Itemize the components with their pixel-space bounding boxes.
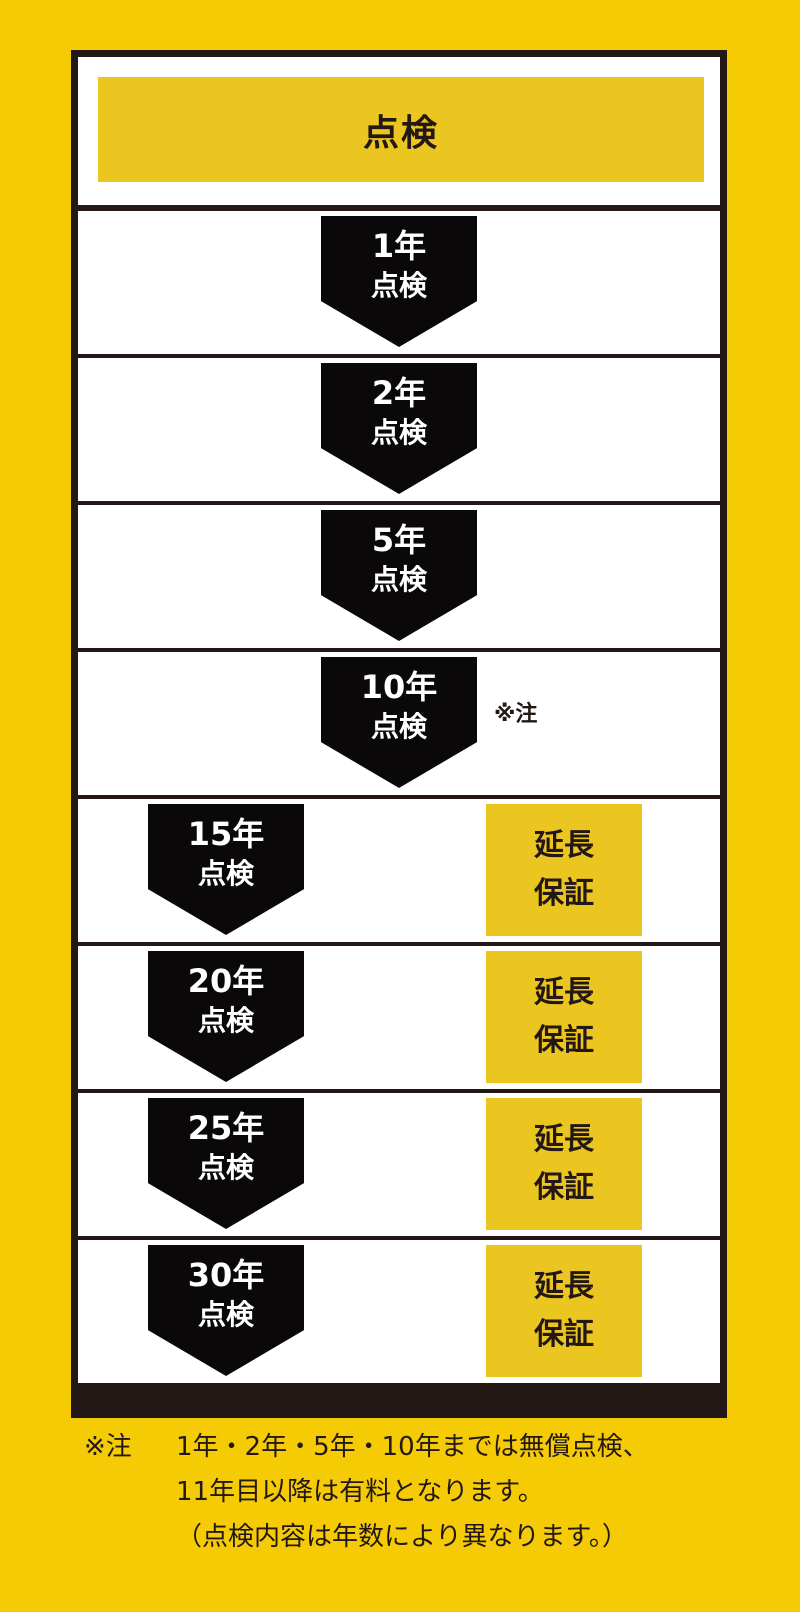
footnote-line-1: 1年・2年・5年・10年までは無償点検、 bbox=[176, 1432, 649, 1462]
inspection-badge: 1年 点検 bbox=[321, 216, 477, 347]
ext-line-2: 保証 bbox=[534, 876, 594, 911]
row-20-year: 20年 点検 延長 保証 bbox=[78, 946, 720, 1089]
header-title: 点検 bbox=[98, 77, 704, 182]
inspection-badge: 10年 点検 bbox=[321, 657, 477, 788]
badge-label: 点検 bbox=[197, 857, 254, 890]
badge-year: 5年 bbox=[371, 521, 427, 559]
note-mark: ※注 bbox=[494, 702, 538, 727]
badge-label: 点検 bbox=[197, 1004, 254, 1037]
ext-line-1: 延長 bbox=[534, 1122, 594, 1157]
row-10-year: 10年 点検 ※注 bbox=[78, 652, 720, 795]
row-15-year: 15年 点検 延長 保証 bbox=[78, 799, 720, 942]
badge-label: 点検 bbox=[197, 1298, 254, 1331]
ext-line-2: 保証 bbox=[534, 1023, 594, 1058]
badge-year: 20年 bbox=[187, 962, 265, 1000]
footnote-mark: ※注 bbox=[84, 1432, 132, 1462]
ext-line-1: 延長 bbox=[534, 828, 594, 863]
badge-label: 点検 bbox=[197, 1151, 254, 1184]
inspection-badge: 5年 点検 bbox=[321, 510, 477, 641]
footnote-line-2: 11年目以降は有料となります。 bbox=[176, 1477, 544, 1507]
inspection-badge: 15年 点検 bbox=[148, 804, 304, 935]
badge-label: 点検 bbox=[370, 269, 427, 302]
badge-year: 25年 bbox=[187, 1109, 265, 1147]
row-5-year: 5年 点検 bbox=[78, 505, 720, 648]
badge-year: 10年 bbox=[360, 668, 438, 706]
row-2-year: 2年 点検 bbox=[78, 358, 720, 501]
ext-line-2: 保証 bbox=[534, 1170, 594, 1205]
inspection-schedule-table: 点検 1年 点検 2年 点検 5年 点検 10年 点検 ※注 15年 点検 延長 bbox=[71, 50, 727, 1418]
inspection-badge: 25年 点検 bbox=[148, 1098, 304, 1229]
inspection-badge: 30年 点検 bbox=[148, 1245, 304, 1376]
extended-warranty-box: 延長 保証 bbox=[486, 1245, 642, 1377]
badge-year: 30年 bbox=[187, 1256, 265, 1294]
badge-year: 2年 bbox=[371, 374, 427, 412]
extended-warranty-box: 延長 保証 bbox=[486, 951, 642, 1083]
row-1-year: 1年 点検 bbox=[78, 211, 720, 354]
badge-label: 点検 bbox=[370, 710, 427, 743]
badge-label: 点検 bbox=[370, 563, 427, 596]
row-30-year: 30年 点検 延長 保証 bbox=[78, 1240, 720, 1383]
inspection-badge: 20年 点検 bbox=[148, 951, 304, 1082]
row-25-year: 25年 点検 延長 保証 bbox=[78, 1093, 720, 1236]
badge-year: 15年 bbox=[187, 815, 265, 853]
extended-warranty-box: 延長 保証 bbox=[486, 804, 642, 936]
extended-warranty-box: 延長 保証 bbox=[486, 1098, 642, 1230]
inspection-badge: 2年 点検 bbox=[321, 363, 477, 494]
footnote-line-3: （点検内容は年数により異なります。） bbox=[176, 1522, 628, 1552]
badge-year: 1年 bbox=[371, 227, 427, 265]
badge-label: 点検 bbox=[370, 416, 427, 449]
ext-line-2: 保証 bbox=[534, 1317, 594, 1352]
ext-line-1: 延長 bbox=[534, 975, 594, 1010]
ext-line-1: 延長 bbox=[534, 1269, 594, 1304]
table-header: 点検 bbox=[78, 57, 720, 205]
